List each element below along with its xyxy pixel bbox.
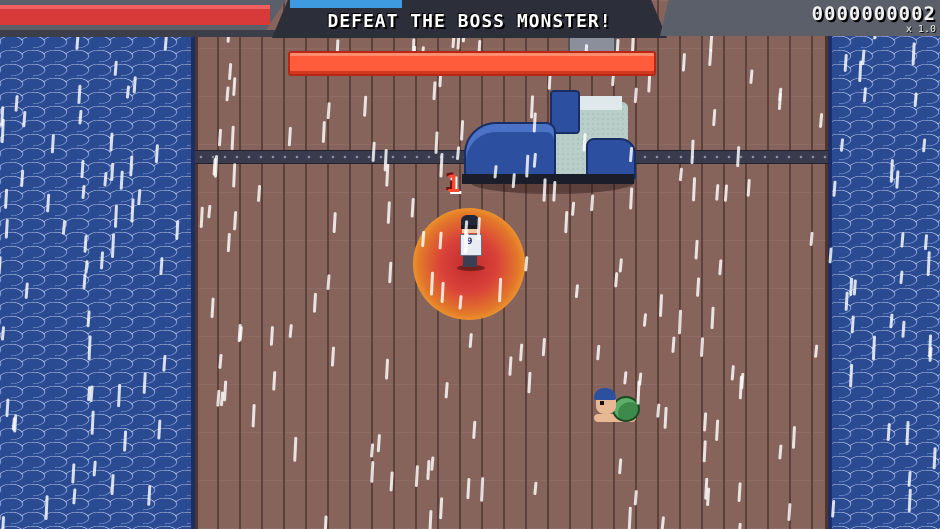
- player-visor: [461, 225, 479, 229]
- snail-enemy[interactable]: [594, 388, 640, 424]
- energy-bar: [290, 0, 402, 8]
- snail-shell: [612, 396, 640, 422]
- player-legs: [463, 255, 477, 267]
- game-stage: 1 9 DEFEAT THE BOSS MONSTER! 0000000002 …: [0, 0, 940, 529]
- score-counter: 0000000002: [811, 3, 936, 25]
- player-health-frame: [0, 0, 286, 30]
- player-health-underline: [0, 30, 278, 37]
- score-panel: 0000000002 x 1.0: [660, 0, 940, 36]
- player-health-bar: [0, 5, 270, 25]
- score-multiplier: x 1.0: [905, 24, 936, 35]
- player-jersey-number: 9: [467, 237, 473, 247]
- boss-boot-toe: [464, 122, 556, 182]
- water-left: [0, 0, 195, 529]
- boss-health-bar: [288, 51, 656, 76]
- snail-helmet: [594, 388, 616, 400]
- hit-counter-text: 1: [446, 170, 461, 198]
- player-hair: [461, 215, 479, 225]
- snail-eye: [600, 401, 604, 405]
- boss-boot-sole: [462, 174, 634, 184]
- player-character[interactable]: 9: [457, 213, 485, 271]
- water-right: [828, 0, 940, 529]
- objective-text: DEFEAT THE BOSS MONSTER!: [327, 11, 612, 32]
- hud-top-bar: DEFEAT THE BOSS MONSTER! 0000000002 x 1.…: [0, 0, 940, 38]
